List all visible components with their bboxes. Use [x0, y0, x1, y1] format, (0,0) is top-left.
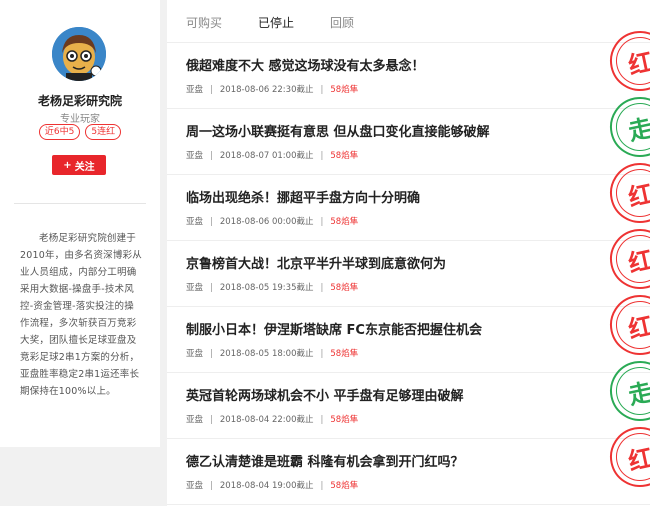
article-meta: 亚盘 | 2018-08-04 22:00截止 | 58焰隼 — [186, 415, 359, 425]
article-meta: 亚盘 | 2018-08-06 00:00截止 | 58焰隼 — [186, 217, 359, 227]
article-deadline: 2018-08-05 19:35截止 — [219, 283, 314, 293]
article-title[interactable]: 俄超难度不大 感觉这场球没有太多悬念！ — [186, 55, 425, 74]
tab-stopped[interactable]: 已停止 — [258, 14, 294, 31]
article-deadline: 2018-08-04 22:00截止 — [219, 415, 314, 425]
article-price: 58焰隼 — [330, 151, 359, 161]
follow-button[interactable]: + 关注 — [52, 155, 106, 175]
article-title[interactable]: 制服小日本！伊涅斯塔缺席 FC东京能否把握住机会 — [186, 319, 482, 338]
article-item[interactable]: 制服小日本！伊涅斯塔缺席 FC东京能否把握住机会 亚盘 | 2018-08-05 1… — [167, 289, 650, 373]
tab-review[interactable]: 回顾 — [330, 14, 354, 31]
article-meta: 亚盘 | 2018-08-07 01:00截止 | 58焰隼 — [186, 151, 359, 161]
article-deadline: 2018-08-04 19:00截止 — [219, 481, 314, 491]
tab-bar: 可购买 已停止 回顾 — [167, 0, 650, 43]
streak-badge: 5连红 — [85, 124, 122, 140]
follow-button-label: 关注 — [74, 161, 95, 173]
article-item[interactable]: 京鲁榜首大战！北京平半升半球到底意欲何为 亚盘 | 2018-08-05 19:35… — [167, 223, 650, 307]
profile-bio: 老杨足彩研究院创建于2010年，由多名资深博彩从业人员组成，内部分工明确采用大数… — [20, 233, 142, 397]
article-price: 58焰隼 — [330, 85, 359, 95]
article-meta: 亚盘 | 2018-08-06 22:30截止 | 58焰隼 — [186, 85, 359, 95]
article-item[interactable]: 临场出现绝杀！挪超平手盘方向十分明确 亚盘 | 2018-08-06 00:00截止… — [167, 157, 650, 241]
article-category: 亚盘 — [186, 283, 204, 293]
avatar[interactable] — [52, 27, 106, 81]
article-meta: 亚盘 | 2018-08-04 19:00截止 | 58焰隼 — [186, 481, 359, 491]
article-meta: 亚盘 | 2018-08-05 18:00截止 | 58焰隼 — [186, 349, 359, 359]
article-price: 58焰隼 — [330, 349, 359, 359]
article-item[interactable]: 俄超难度不大 感觉这场球没有太多悬念！ 亚盘 | 2018-08-06 22:30截… — [167, 25, 650, 109]
record-badge: 近6中5 — [38, 124, 81, 140]
article-title[interactable]: 周一这场小联赛挺有意思 但从盘口变化直接能够破解 — [186, 121, 490, 140]
article-item[interactable]: 周一这场小联赛挺有意思 但从盘口变化直接能够破解 亚盘 | 2018-08-07 0… — [167, 91, 650, 175]
article-title[interactable]: 临场出现绝杀！挪超平手盘方向十分明确 — [186, 187, 420, 206]
profile-role: 专业玩家 — [60, 114, 100, 125]
article-meta: 亚盘 | 2018-08-05 19:35截止 | 58焰隼 — [186, 283, 359, 293]
article-item[interactable]: 德乙认清楚谁是班霸 科隆有机会拿到开门红吗？ 亚盘 | 2018-08-04 19:… — [167, 421, 650, 505]
article-category: 亚盘 — [186, 481, 204, 491]
article-title[interactable]: 德乙认清楚谁是班霸 科隆有机会拿到开门红吗？ — [186, 451, 464, 470]
profile-sidebar: 老杨足彩研究院 专业玩家 近6中5 5连红 + 关注 老杨足彩研究院创建于201… — [0, 0, 160, 447]
article-price: 58焰隼 — [330, 415, 359, 425]
article-price: 58焰隼 — [330, 481, 359, 491]
article-category: 亚盘 — [186, 217, 204, 227]
article-title[interactable]: 京鲁榜首大战！北京平半升半球到底意欲何为 — [186, 253, 446, 272]
article-category: 亚盘 — [186, 85, 204, 95]
article-category: 亚盘 — [186, 349, 204, 359]
divider — [14, 203, 146, 204]
article-category: 亚盘 — [186, 151, 204, 161]
article-deadline: 2018-08-06 22:30截止 — [219, 85, 314, 95]
article-deadline: 2018-08-05 18:00截止 — [219, 349, 314, 359]
profile-name: 老杨足彩研究院 — [37, 94, 122, 108]
article-deadline: 2018-08-06 00:00截止 — [219, 217, 314, 227]
article-item[interactable]: 英冠首轮两场球机会不小 平手盘有足够理由破解 亚盘 | 2018-08-04 22:… — [167, 355, 650, 439]
tab-available[interactable]: 可购买 — [186, 14, 222, 31]
profile-tags: 近6中5 5连红 — [0, 124, 160, 140]
article-category: 亚盘 — [186, 415, 204, 425]
article-deadline: 2018-08-07 01:00截止 — [219, 151, 314, 161]
article-title[interactable]: 英冠首轮两场球机会不小 平手盘有足够理由破解 — [186, 385, 464, 404]
article-price: 58焰隼 — [330, 217, 359, 227]
article-price: 58焰隼 — [330, 283, 359, 293]
plus-icon: + — [63, 159, 72, 171]
article-panel: 可购买 已停止 回顾 俄超难度不大 感觉这场球没有太多悬念！ 亚盘 | 2018-0… — [167, 0, 650, 506]
